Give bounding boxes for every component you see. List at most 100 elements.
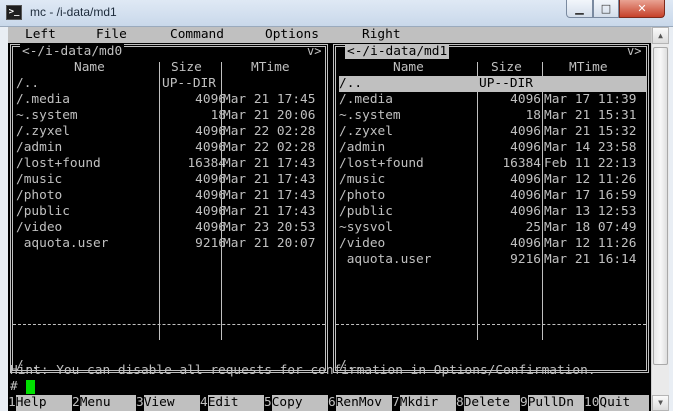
text-cursor <box>26 380 35 394</box>
file-size: 4096 <box>195 92 226 107</box>
left-header-mtime[interactable]: MTime <box>251 60 290 76</box>
file-name: /admin <box>16 140 63 155</box>
close-button[interactable]: ✕ <box>619 0 665 18</box>
shell-prompt[interactable]: # <box>10 379 18 395</box>
fkey-view[interactable]: 3View <box>136 395 200 411</box>
right-file-row[interactable]: ~.system 18 Mar 21 15:31 <box>339 108 646 124</box>
right-file-row[interactable]: aquota.user 9216 Mar 21 16:14 <box>339 252 646 268</box>
file-name: /lost+found <box>16 156 101 171</box>
file-name: /public <box>16 204 70 219</box>
right-file-row[interactable]: /photo 4096 Mar 17 16:59 <box>339 188 646 204</box>
right-file-row[interactable]: /public 4096 Mar 13 12:53 <box>339 204 646 220</box>
fkey-label: Edit <box>207 395 264 411</box>
fkey-label: Mkdir <box>399 395 456 411</box>
file-mtime: Mar 18 07:49 <box>544 220 637 235</box>
left-file-row[interactable]: /music 4096 Mar 21 17:43 <box>16 172 325 188</box>
file-mtime: Mar 21 17:43 <box>223 172 316 187</box>
window-title: mc - /i-data/md1 <box>30 5 117 19</box>
right-file-row[interactable]: /.zyxel 4096 Mar 21 15:32 <box>339 124 646 140</box>
left-file-row[interactable]: ~.system 18 Mar 21 20:06 <box>16 108 325 124</box>
left-file-row[interactable]: /video 4096 Mar 23 20:53 <box>16 220 325 236</box>
fkey-label: RenMov <box>335 395 392 411</box>
file-name: /music <box>16 172 63 187</box>
file-mtime: Feb 11 22:13 <box>544 156 637 171</box>
fkey-renmov[interactable]: 6RenMov <box>328 395 392 411</box>
left-file-row[interactable]: /photo 4096 Mar 21 17:43 <box>16 188 325 204</box>
window-titlebar[interactable]: >_ mc - /i-data/md1 ▁ □ ✕ <box>0 0 673 27</box>
right-file-row[interactable]: /.media 4096 Mar 17 11:39 <box>339 92 646 108</box>
menu-command[interactable]: Command <box>170 27 224 43</box>
left-file-row[interactable]: /.. UP--DIR <box>16 76 325 92</box>
file-name: /public <box>339 204 393 219</box>
fkey-label: View <box>143 395 200 411</box>
menu-bar: Left File Command Options Right <box>8 27 651 43</box>
menu-right[interactable]: Right <box>362 27 401 43</box>
file-mtime: Mar 21 17:43 <box>223 156 316 171</box>
menu-left[interactable]: Left <box>25 27 56 43</box>
scroll-down-arrow-icon[interactable]: ▼ <box>652 395 669 411</box>
left-file-row[interactable]: /public 4096 Mar 21 17:43 <box>16 204 325 220</box>
left-panel-corner[interactable]: v> <box>307 44 321 59</box>
fkey-number: 8 <box>456 395 464 410</box>
vertical-scrollbar[interactable]: ▲ ▼ <box>651 27 669 411</box>
file-name: /.media <box>16 92 70 107</box>
fkey-edit[interactable]: 4Edit <box>200 395 264 411</box>
right-panel-corner[interactable]: v> <box>627 44 641 59</box>
fkey-menu[interactable]: 2Menu <box>72 395 136 411</box>
file-mtime: Mar 17 11:39 <box>544 92 637 107</box>
right-header-size[interactable]: Size <box>491 60 522 76</box>
file-size: 4096 <box>195 140 226 155</box>
fkey-quit[interactable]: 10Quit <box>584 395 650 411</box>
left-file-row[interactable]: /lost+found 16384 Mar 21 17:43 <box>16 156 325 172</box>
fkey-number: 5 <box>264 395 272 410</box>
file-size: 4096 <box>510 204 541 219</box>
left-file-row[interactable]: /admin 4096 Mar 22 02:28 <box>16 140 325 156</box>
fkey-help[interactable]: 1Help <box>8 395 72 411</box>
right-header-name[interactable]: Name <box>393 60 424 76</box>
file-size: 4096 <box>195 220 226 235</box>
right-header-mtime[interactable]: MTime <box>569 60 608 76</box>
file-mtime: Mar 23 20:53 <box>223 220 316 235</box>
file-name: /admin <box>339 140 386 155</box>
right-file-row[interactable]: /lost+found 16384 Feb 11 22:13 <box>339 156 646 172</box>
file-mtime: Mar 13 12:53 <box>544 204 637 219</box>
file-name: /photo <box>339 188 386 203</box>
left-header-name[interactable]: Name <box>74 60 105 76</box>
right-file-row[interactable]: /video 4096 Mar 12 11:26 <box>339 236 646 252</box>
fkey-delete[interactable]: 8Delete <box>456 395 520 411</box>
fkey-label: Copy <box>271 395 328 411</box>
left-file-row[interactable]: aquota.user 9216 Mar 21 20:07 <box>16 236 325 252</box>
fkey-label: Delete <box>463 395 520 411</box>
left-panel-path[interactable]: <-/i-data/md0 <box>20 44 125 59</box>
hint-line: Hint: You can disable all requests for c… <box>10 363 596 378</box>
minimize-button[interactable]: ▁ <box>566 0 593 18</box>
file-mtime: Mar 21 15:31 <box>544 108 637 123</box>
file-mtime: Mar 21 15:32 <box>544 124 637 139</box>
left-header-size[interactable]: Size <box>171 60 202 76</box>
file-mtime: Mar 21 17:43 <box>223 204 316 219</box>
fkey-pulldn[interactable]: 9PullDn <box>520 395 584 411</box>
scroll-thumb[interactable] <box>653 47 668 365</box>
file-mtime: Mar 21 17:45 <box>223 92 316 107</box>
file-size: 4096 <box>195 204 226 219</box>
menu-file[interactable]: File <box>96 27 127 43</box>
file-mtime: Mar 22 02:28 <box>223 140 316 155</box>
terminal-app-icon: >_ <box>6 5 22 20</box>
fkey-mkdir[interactable]: 7Mkdir <box>392 395 456 411</box>
left-file-row[interactable]: /.zyxel 4096 Mar 22 02:28 <box>16 124 325 140</box>
fkey-copy[interactable]: 5Copy <box>264 395 328 411</box>
right-file-row[interactable]: /music 4096 Mar 12 11:26 <box>339 172 646 188</box>
fkey-number: 6 <box>328 395 336 410</box>
left-file-row[interactable]: /.media 4096 Mar 21 17:45 <box>16 92 325 108</box>
file-name: aquota.user <box>339 252 432 267</box>
right-file-row[interactable]: /.. UP--DIR <box>339 76 646 92</box>
scroll-up-arrow-icon[interactable]: ▲ <box>652 27 669 44</box>
function-key-bar: 1Help 2Menu 3View 4Edit 5Copy 6RenMov 7Mkdir 8D… <box>8 395 651 411</box>
fkey-number: 1 <box>8 395 16 410</box>
right-file-row[interactable]: ~sysvol 25 Mar 18 07:49 <box>339 220 646 236</box>
right-panel-path[interactable]: <-/i-data/md1 <box>345 44 450 59</box>
terminal-screen[interactable]: Left File Command Options Right <-/i-dat… <box>8 27 651 411</box>
maximize-button[interactable]: □ <box>593 0 619 18</box>
right-file-row[interactable]: /admin 4096 Mar 14 23:58 <box>339 140 646 156</box>
menu-options[interactable]: Options <box>265 27 319 43</box>
